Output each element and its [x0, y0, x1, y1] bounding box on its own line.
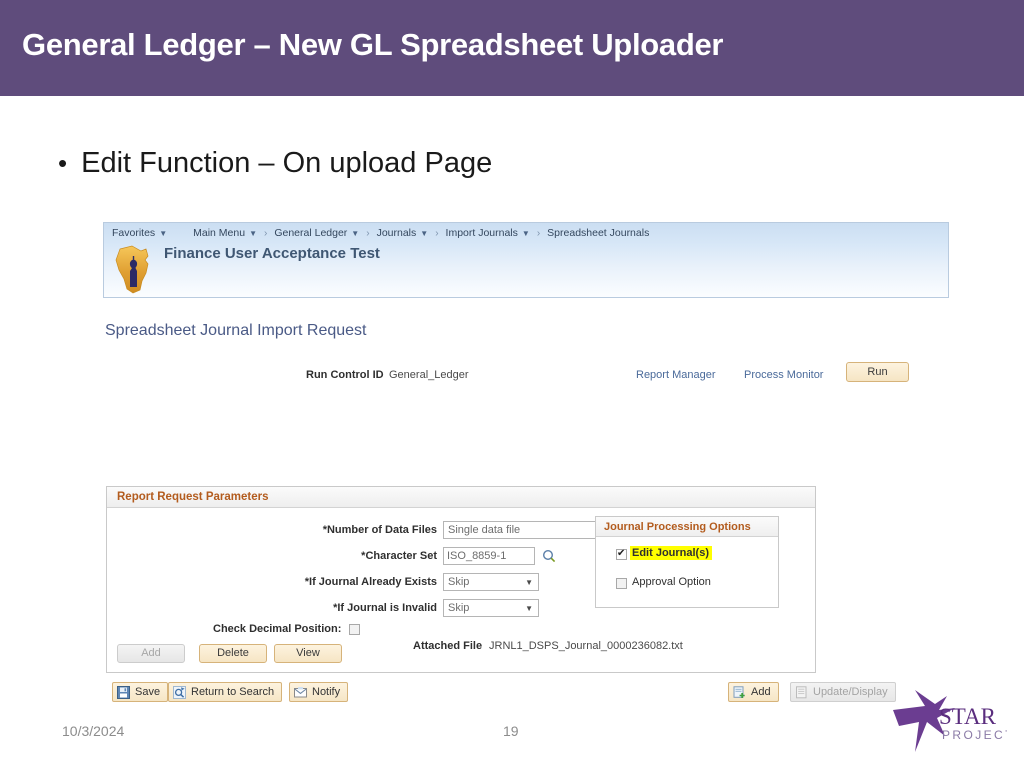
chevron-down-icon: ▼: [351, 228, 360, 238]
if-journal-already-exists-label: *If Journal Already Exists: [304, 576, 437, 588]
edit-journals-label: Edit Journal(s): [630, 546, 713, 560]
notify-envelope-icon: [294, 686, 307, 697]
report-manager-link[interactable]: Report Manager: [636, 369, 716, 381]
attached-file-label: Attached File: [413, 640, 483, 652]
page-title: Spreadsheet Journal Import Request: [105, 322, 367, 339]
return-to-search-button[interactable]: Return to Search: [168, 682, 283, 702]
check-decimal-position-checkbox[interactable]: [349, 624, 360, 635]
process-monitor-link[interactable]: Process Monitor: [744, 369, 823, 381]
project-logo-word: PROJECT: [942, 728, 1007, 742]
update-display-button: Update/Display: [790, 682, 896, 702]
run-control-id-value: General_Ledger: [389, 369, 469, 381]
update-display-icon: [796, 685, 807, 698]
update-display-button-label: Update/Display: [813, 686, 888, 698]
character-set-value: ISO_8859-1: [447, 550, 507, 562]
number-of-data-files-value: Single data file: [448, 524, 521, 536]
return-to-search-button-label: Return to Search: [191, 686, 275, 698]
report-request-parameters-panel: Report Request Parameters *Number of Dat…: [106, 486, 816, 673]
notify-button[interactable]: Notify: [289, 682, 349, 702]
chevron-down-icon: ▼: [525, 578, 533, 587]
approval-option-checkbox[interactable]: [616, 578, 627, 589]
check-decimal-position-label: Check Decimal Position:: [213, 623, 342, 635]
number-of-data-files-label: *Number of Data Files: [322, 524, 437, 536]
journal-processing-options-panel: Journal Processing Options Edit Journal(…: [595, 516, 779, 608]
footer-slide-number: 19: [503, 723, 519, 739]
if-journal-already-exists-select[interactable]: Skip ▼: [443, 573, 539, 591]
bullet-marker-icon: •: [58, 148, 68, 178]
edit-journals-highlight: Edit Journal(s): [630, 546, 713, 560]
save-floppy-icon: [117, 685, 130, 699]
breadcrumb: Favorites ▼ Main Menu ▼ › General Ledger…: [112, 227, 649, 239]
add-button[interactable]: Add: [728, 682, 779, 702]
breadcrumb-separator: ›: [435, 227, 439, 239]
star-project-logo: STAR PROJECT: [893, 690, 1007, 752]
if-journal-is-invalid-label: *If Journal is Invalid: [333, 602, 437, 614]
run-control-id-label: Run Control ID: [306, 369, 384, 381]
breadcrumb-item-favorites[interactable]: Favorites ▼: [112, 227, 167, 239]
approval-option-label: Approval Option: [632, 576, 711, 588]
bullet-text: Edit Function – On upload Page: [81, 147, 493, 179]
edit-journals-checkbox[interactable]: [616, 548, 627, 560]
if-journal-is-invalid-select[interactable]: Skip ▼: [443, 599, 539, 617]
save-button-label: Save: [135, 686, 161, 698]
character-set-input[interactable]: ISO_8859-1: [443, 547, 535, 565]
add-file-button: Add: [117, 644, 185, 663]
chevron-down-icon: ▼: [159, 228, 168, 238]
breadcrumb-item-spreadsheet-journals[interactable]: Spreadsheet Journals: [547, 227, 649, 239]
slide-title: General Ledger – New GL Spreadsheet Uplo…: [22, 27, 724, 62]
view-file-button[interactable]: View: [274, 644, 342, 663]
attached-file-value: JRNL1_DSPS_Journal_0000236082.txt: [489, 640, 683, 652]
breadcrumb-item-import-journals[interactable]: Import Journals ▼: [446, 227, 530, 239]
footer-date: 10/3/2024: [62, 723, 125, 739]
report-request-parameters-header: Report Request Parameters: [107, 487, 815, 508]
breadcrumb-item-general-ledger[interactable]: General Ledger ▼: [274, 227, 359, 239]
peoplesoft-screenshot: Favorites ▼ Main Menu ▼ › General Ledger…: [103, 222, 949, 702]
run-button[interactable]: Run: [846, 362, 909, 382]
breadcrumb-item-main-menu[interactable]: Main Menu ▼: [193, 227, 257, 239]
bullet-list-item: • Edit Function – On upload Page: [58, 146, 492, 180]
return-to-search-icon: [173, 685, 186, 699]
app-header: Favorites ▼ Main Menu ▼ › General Ledger…: [103, 222, 949, 298]
save-button[interactable]: Save: [112, 682, 169, 702]
chevron-down-icon: ▼: [525, 604, 533, 613]
delete-file-button[interactable]: Delete: [199, 644, 267, 663]
star-logo-word: STAR: [939, 704, 997, 729]
breadcrumb-item-journals[interactable]: Journals ▼: [377, 227, 429, 239]
chevron-down-icon: ▼: [521, 228, 530, 238]
breadcrumb-separator: ›: [536, 227, 541, 239]
notify-button-label: Notify: [312, 686, 341, 698]
journal-processing-options-header: Journal Processing Options: [596, 517, 778, 537]
add-button-label: Add: [751, 686, 771, 698]
search-icon[interactable]: [542, 549, 556, 563]
add-page-icon: [733, 685, 745, 698]
app-body: Spreadsheet Journal Import Request Run C…: [103, 298, 949, 702]
if-journal-already-exists-value: Skip: [448, 576, 470, 588]
if-journal-is-invalid-value: Skip: [448, 602, 470, 614]
slide-title-banner: General Ledger – New GL Spreadsheet Uplo…: [0, 0, 1024, 96]
character-set-label: *Character Set: [361, 550, 437, 562]
breadcrumb-separator: ›: [366, 227, 370, 239]
app-title: Finance User Acceptance Test: [164, 245, 380, 262]
chevron-down-icon: ▼: [420, 228, 429, 238]
page-toolbar: Save Return to Search Notify Add Update/…: [106, 682, 926, 704]
report-request-parameters-body: *Number of Data Files Single data file ▼…: [107, 508, 815, 672]
breadcrumb-separator: ›: [263, 227, 268, 239]
wisconsin-state-logo-icon: [115, 245, 149, 294]
chevron-down-icon: ▼: [249, 228, 257, 238]
